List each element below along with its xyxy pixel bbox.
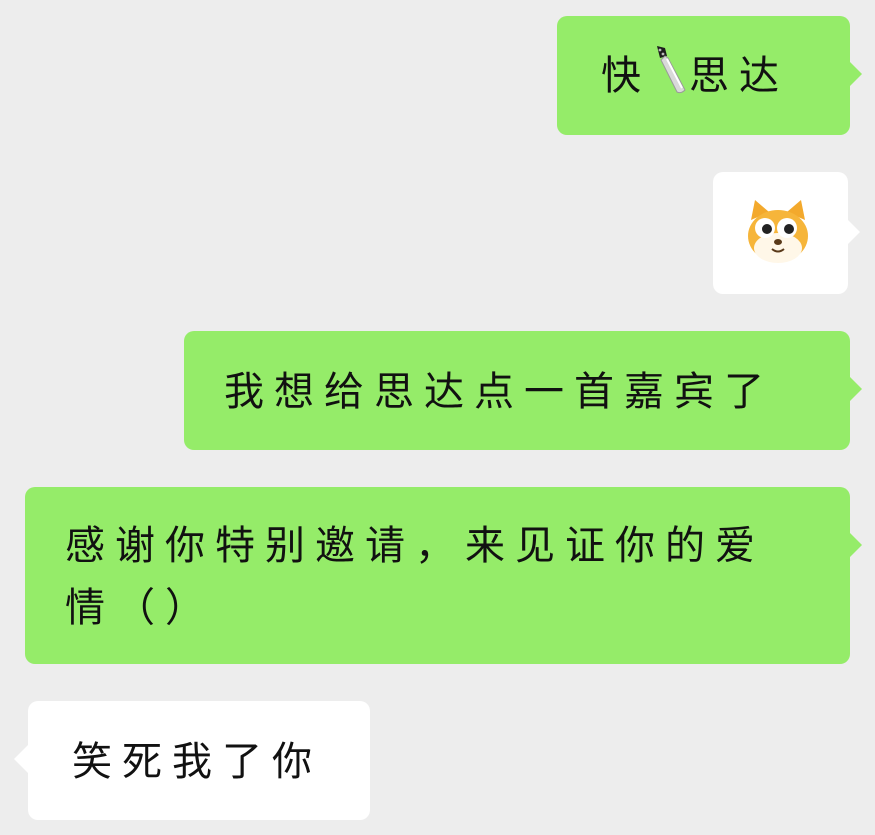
knife-icon — [651, 44, 689, 114]
message-bubble-sent[interactable]: 感谢你特别邀请，来见证你的爱情（） — [25, 487, 862, 664]
doge-cat-sticker — [748, 200, 808, 263]
message-text-rest: 思达 — [689, 53, 789, 99]
message-bubble-received[interactable]: 笑死我了你 — [14, 701, 370, 820]
message-text: 快 — [601, 53, 651, 99]
message-text: 感谢你特别邀请，来见证你的爱情（） — [65, 523, 765, 631]
message-text: 笑死我了你 — [72, 739, 322, 785]
message-bubble-sent[interactable]: 快 思达 — [557, 16, 862, 135]
sticker-bubble[interactable] — [713, 172, 860, 294]
message-bubble-sent[interactable]: 我想给思达点一首嘉宾了 — [184, 331, 862, 450]
message-text: 我想给思达点一首嘉宾了 — [224, 369, 774, 415]
